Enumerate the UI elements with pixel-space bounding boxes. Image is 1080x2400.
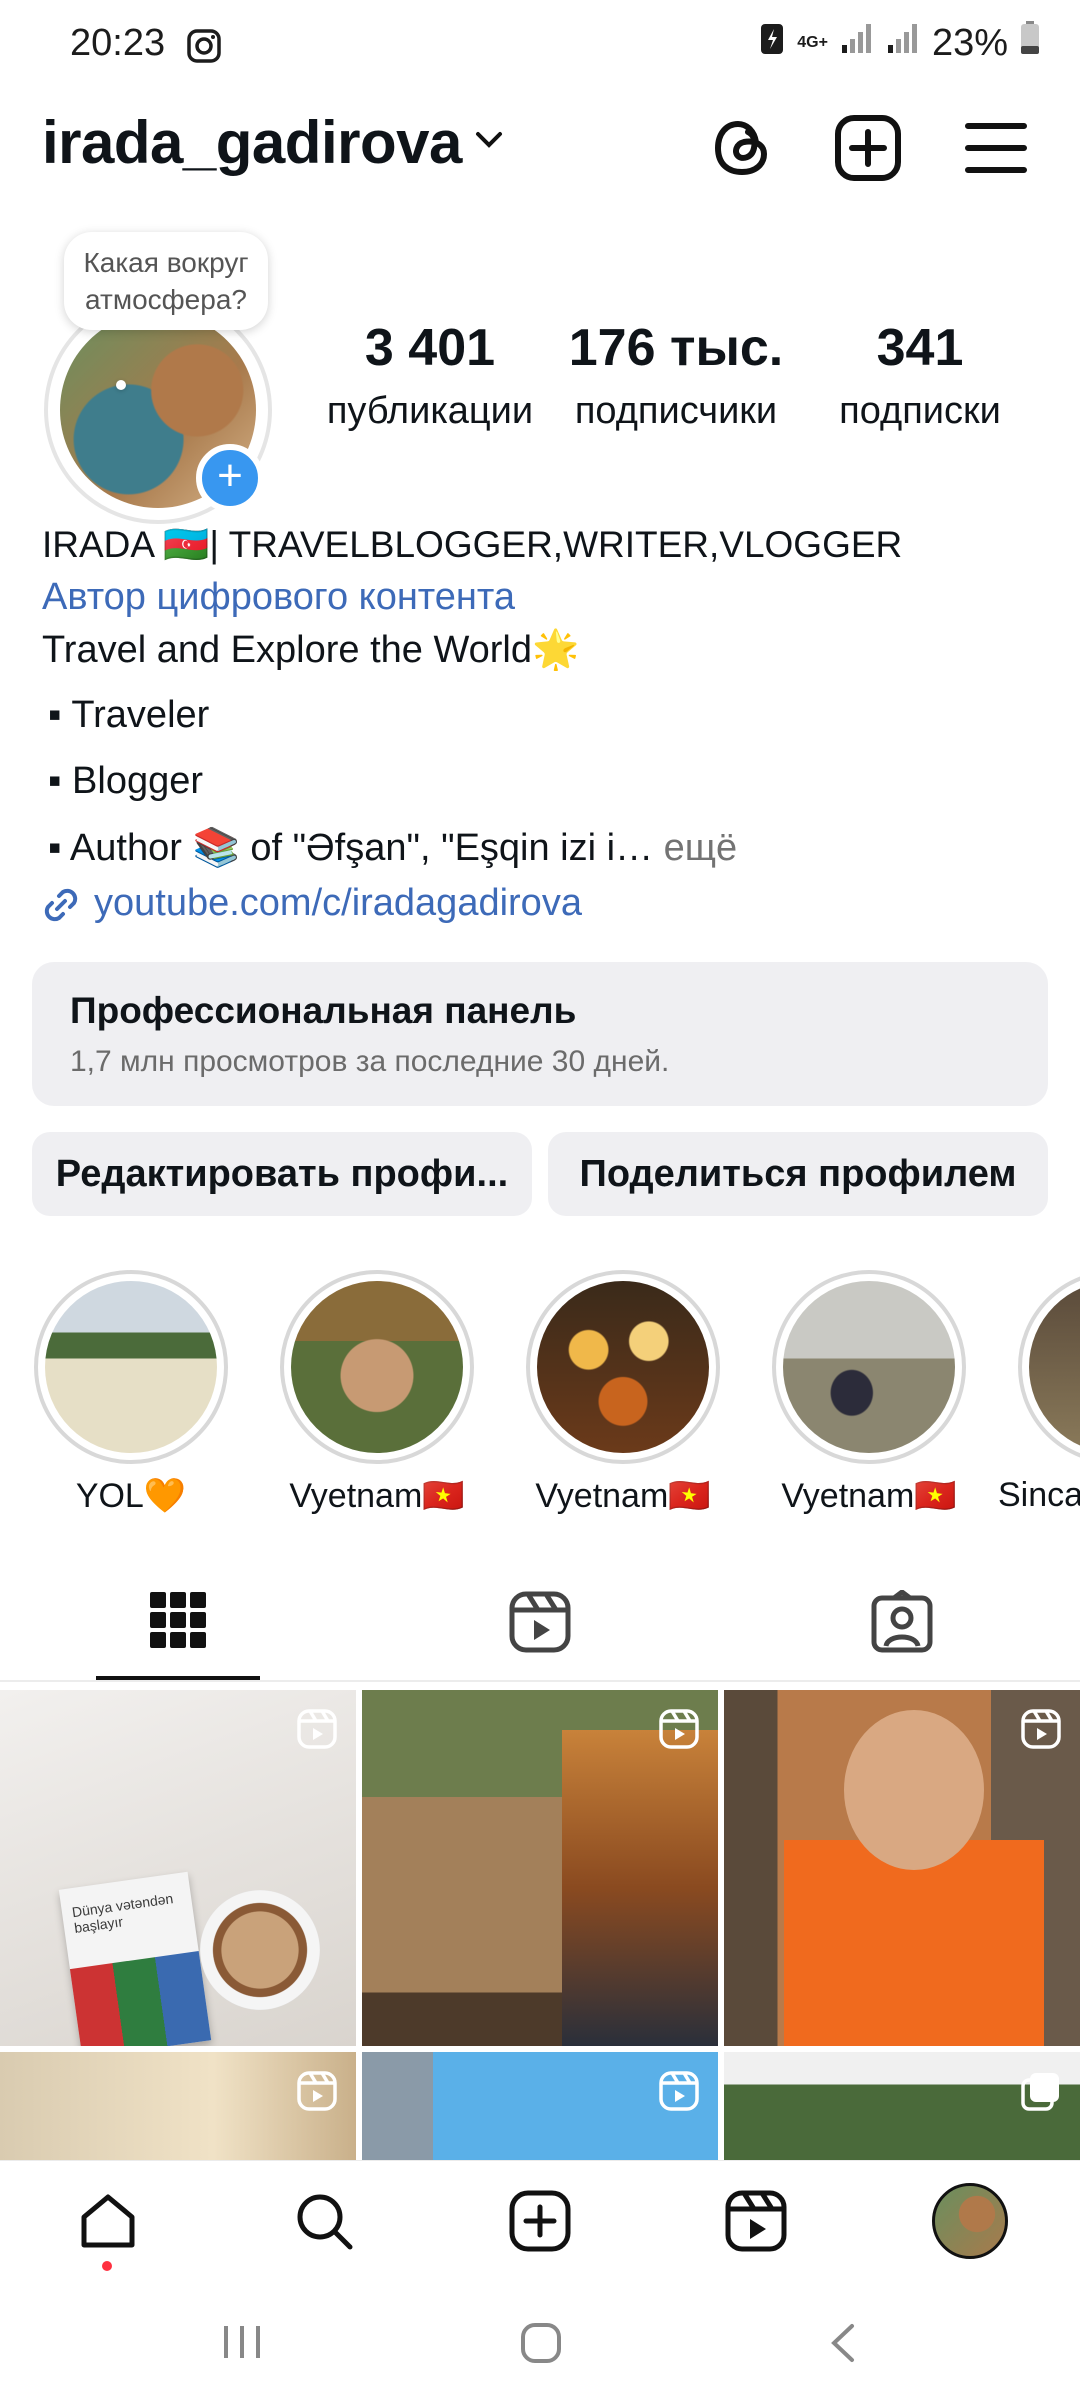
home-notification-dot: [102, 2261, 112, 2271]
professional-dashboard-title: Профессиональная панель: [70, 990, 577, 1031]
highlight-cover: [537, 1281, 709, 1453]
highlight-label: YOL🧡: [75, 1477, 187, 1515]
highlight-cover: [783, 1281, 955, 1453]
bio-bullet: ▪ Traveler: [48, 694, 210, 736]
reel-badge-icon: [296, 1708, 338, 1755]
book-title: Dünya vətəndən başlayır: [70, 1890, 175, 1937]
grid-post[interactable]: [724, 1690, 1080, 2046]
reels-icon[interactable]: [724, 2189, 788, 2258]
stat-followers[interactable]: 176 тыс. подписчики: [556, 318, 796, 433]
add-story-plus-icon[interactable]: +: [196, 444, 264, 512]
profile-display-name: IRADA 🇦🇿| TRAVELBLOGGER,WRITER,VLOGGER: [42, 524, 903, 565]
person-face: [844, 1710, 984, 1870]
recent-apps-icon[interactable]: [220, 2322, 264, 2367]
instagram-notification-icon: [186, 28, 222, 69]
home-icon[interactable]: [76, 2189, 140, 2258]
bottom-navigation: [0, 2160, 1080, 2281]
home-button-icon[interactable]: [520, 2322, 562, 2369]
link-icon: [40, 884, 82, 931]
system-navigation-bar: [0, 2280, 1080, 2400]
book-cover: Dünya vətəndən başlayır: [58, 1871, 212, 2046]
profile-website-link[interactable]: youtube.com/c/iradagadirova: [94, 882, 582, 925]
profile-note[interactable]: Какая вокруг атмосфера?: [64, 232, 268, 330]
stat-followers-value: 176 тыс.: [568, 319, 784, 377]
grid-post[interactable]: [724, 2052, 1080, 2160]
professional-dashboard-subtitle: 1,7 млн просмотров за последние 30 дней.: [70, 1045, 670, 1078]
bio-bullet-text: ▪ Author 📚 of "Əfşan", "Eşqin izi i…: [48, 827, 654, 869]
carousel-badge-icon: [1020, 2070, 1062, 2117]
book-art: [69, 1951, 212, 2046]
status-time: 20:23: [70, 22, 166, 64]
professional-dashboard[interactable]: [32, 962, 1048, 1106]
highlight-label: Vyetnam🇻🇳: [781, 1477, 957, 1515]
highlight-label: Vyetnam🇻🇳: [289, 1477, 465, 1515]
highlight-item[interactable]: [280, 1270, 474, 1464]
menu-icon[interactable]: [960, 112, 1032, 184]
status-icons: 4G+ 23%: [759, 20, 1040, 66]
network-type: 4G+: [797, 34, 828, 51]
profile-username[interactable]: irada_gadirova: [42, 108, 462, 177]
coffee-cup: [200, 1890, 320, 2010]
highlight-label: Vyetnam🇻🇳: [535, 1477, 711, 1515]
stat-following-label: подписки: [839, 390, 1001, 432]
reel-badge-icon: [658, 2070, 700, 2117]
bio-line: Travel and Explore the World🌟: [42, 629, 580, 671]
more-link[interactable]: ещё: [653, 827, 738, 869]
stat-following-value: 341: [876, 319, 964, 377]
signal-icon-1: [840, 21, 874, 65]
battery-icon: [1020, 20, 1040, 66]
highlight-item[interactable]: [772, 1270, 966, 1464]
person-figure: [562, 1730, 718, 2046]
highlight-item[interactable]: [1018, 1270, 1080, 1464]
threads-icon[interactable]: [706, 112, 778, 184]
reel-badge-icon: [296, 2070, 338, 2117]
edit-profile-button[interactable]: Редактировать профи...: [32, 1132, 532, 1216]
reel-badge-icon: [658, 1708, 700, 1755]
create-icon[interactable]: [508, 2189, 572, 2258]
share-profile-button[interactable]: Поделиться профилем: [548, 1132, 1048, 1216]
stat-posts-value: 3 401: [364, 319, 496, 377]
grid-post[interactable]: [0, 2052, 356, 2160]
active-tab-indicator: [96, 1676, 260, 1680]
highlight-cover: [291, 1281, 463, 1453]
stat-following[interactable]: 341 подписки: [800, 318, 1040, 433]
profile-avatar-nav[interactable]: [932, 2183, 1008, 2259]
highlight-cover: [1029, 1281, 1080, 1453]
battery-percent: 23%: [931, 21, 1008, 64]
tab-divider: [0, 1680, 1080, 1682]
grid-post[interactable]: [362, 1690, 718, 2046]
grid-post[interactable]: [362, 2052, 718, 2160]
reel-badge-icon: [1020, 1708, 1062, 1755]
create-post-icon[interactable]: [832, 112, 904, 184]
stat-posts[interactable]: 3 401 публикации: [310, 318, 550, 433]
stat-posts-label: публикации: [326, 390, 534, 432]
highlight-label: Sinca: [998, 1476, 1080, 1514]
profile-category[interactable]: Автор цифрового контента: [42, 576, 515, 619]
tagged-tab-icon[interactable]: [870, 1588, 934, 1659]
chevron-down-icon[interactable]: [474, 130, 504, 155]
stat-followers-label: подписчики: [574, 390, 778, 432]
life-vest: [784, 1840, 1044, 2046]
search-icon[interactable]: [292, 2189, 356, 2258]
highlight-cover: [45, 1281, 217, 1453]
bio-bullet: ▪ Author 📚 of "Əfşan", "Eşqin izi i… ещё: [48, 826, 737, 870]
signal-icon-2: [886, 21, 920, 65]
back-icon[interactable]: [828, 2322, 858, 2369]
battery-saver-icon: [759, 20, 785, 66]
note-tail: [116, 380, 126, 390]
bio-bullet: ▪ Blogger: [48, 760, 204, 802]
highlight-item[interactable]: [34, 1270, 228, 1464]
highlight-item[interactable]: [526, 1270, 720, 1464]
grid-tab-icon[interactable]: [148, 1590, 208, 1655]
grid-post[interactable]: Dünya vətəndən başlayır: [0, 1690, 356, 2046]
reels-tab-icon[interactable]: [508, 1590, 572, 1659]
